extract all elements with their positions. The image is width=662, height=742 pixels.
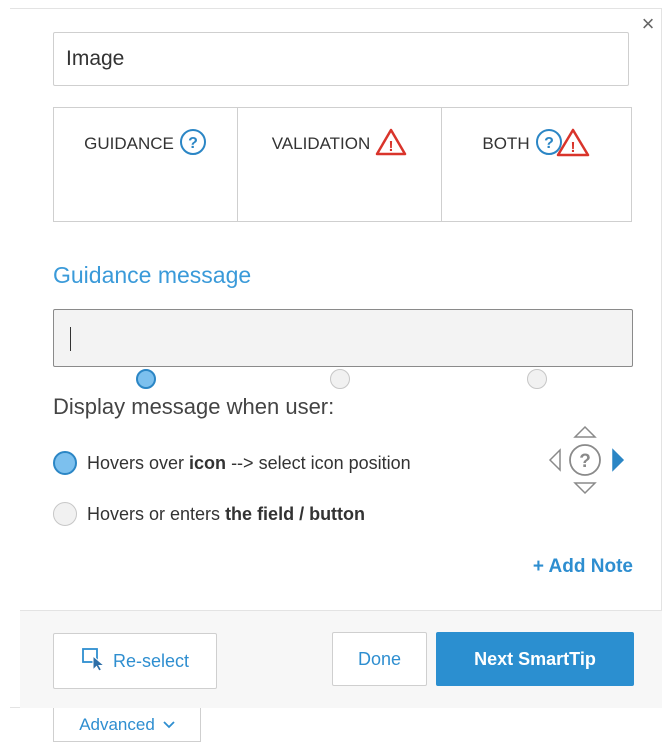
add-note-link[interactable]: + Add Note — [533, 556, 633, 578]
svg-text:?: ? — [188, 135, 198, 152]
display-condition-label: Display message when user: — [53, 394, 335, 419]
icon-position-picker[interactable]: ? — [547, 424, 627, 496]
warning-triangle-icon: ! — [375, 128, 407, 161]
next-smarttip-button[interactable]: Next SmartTip — [436, 632, 634, 686]
position-right-arrow — [612, 448, 625, 472]
position-up-arrow — [573, 425, 597, 438]
svg-text:!: ! — [389, 138, 394, 155]
mode-label-validation: VALIDATION — [271, 134, 371, 153]
advanced-label: Advanced — [79, 714, 155, 734]
guidance-message-input[interactable] — [53, 309, 633, 367]
element-name-field[interactable]: Image — [53, 32, 629, 86]
position-down-arrow — [573, 482, 597, 495]
svg-text:?: ? — [579, 451, 591, 472]
guidance-radio[interactable] — [135, 369, 156, 389]
advanced-toggle[interactable]: Advanced — [53, 708, 201, 742]
hover-icon-label: Hovers over icon --> select icon positio… — [87, 453, 411, 474]
help-and-warning-icon: ? ! — [535, 127, 591, 162]
hover-field-label: Hovers or enters the field / button — [87, 504, 365, 525]
help-circle-icon: ? — [179, 128, 207, 161]
position-left-arrow — [548, 448, 561, 472]
hover-field-label-part1: Hovers or enters — [87, 503, 226, 524]
reselect-label: Re-select — [112, 650, 190, 671]
mode-option-validation[interactable]: VALIDATION ! — [237, 108, 441, 389]
validation-radio[interactable] — [329, 369, 350, 389]
chevron-down-icon — [163, 715, 175, 735]
hover-icon-label-part2: over — [149, 452, 190, 473]
svg-text:!: ! — [570, 139, 575, 156]
option-hovers-or-enters-field[interactable]: Hovers or enters the field / button — [53, 502, 365, 526]
hover-field-radio[interactable] — [53, 502, 77, 526]
mode-label-guidance: GUIDANCE — [84, 134, 174, 153]
svg-text:?: ? — [544, 135, 554, 152]
option-hovers-over-icon[interactable]: Hovers over icon --> select icon positio… — [53, 451, 411, 475]
hover-icon-label-part4: --> select icon position — [226, 452, 411, 473]
hover-icon-radio[interactable] — [53, 451, 77, 475]
mode-option-guidance[interactable]: GUIDANCE ? — [54, 108, 237, 389]
mode-label-both: BOTH — [482, 134, 530, 153]
hover-icon-label-part3: icon — [189, 452, 227, 473]
cursor-select-icon — [81, 647, 107, 676]
hover-icon-label-part1: Hovers — [87, 452, 150, 473]
guidance-message-title: Guidance message — [53, 262, 252, 288]
done-button[interactable]: Done — [332, 632, 427, 686]
both-radio[interactable] — [526, 369, 547, 389]
text-caret — [70, 327, 71, 351]
mode-selector: GUIDANCE ? VALIDATION ! BOTH ? ! — [53, 107, 632, 389]
close-icon[interactable]: × — [638, 13, 658, 35]
hover-field-label-part2: the field / button — [225, 503, 366, 524]
mode-option-both[interactable]: BOTH ? ! — [441, 108, 631, 389]
reselect-button[interactable]: Re-select — [53, 633, 217, 689]
